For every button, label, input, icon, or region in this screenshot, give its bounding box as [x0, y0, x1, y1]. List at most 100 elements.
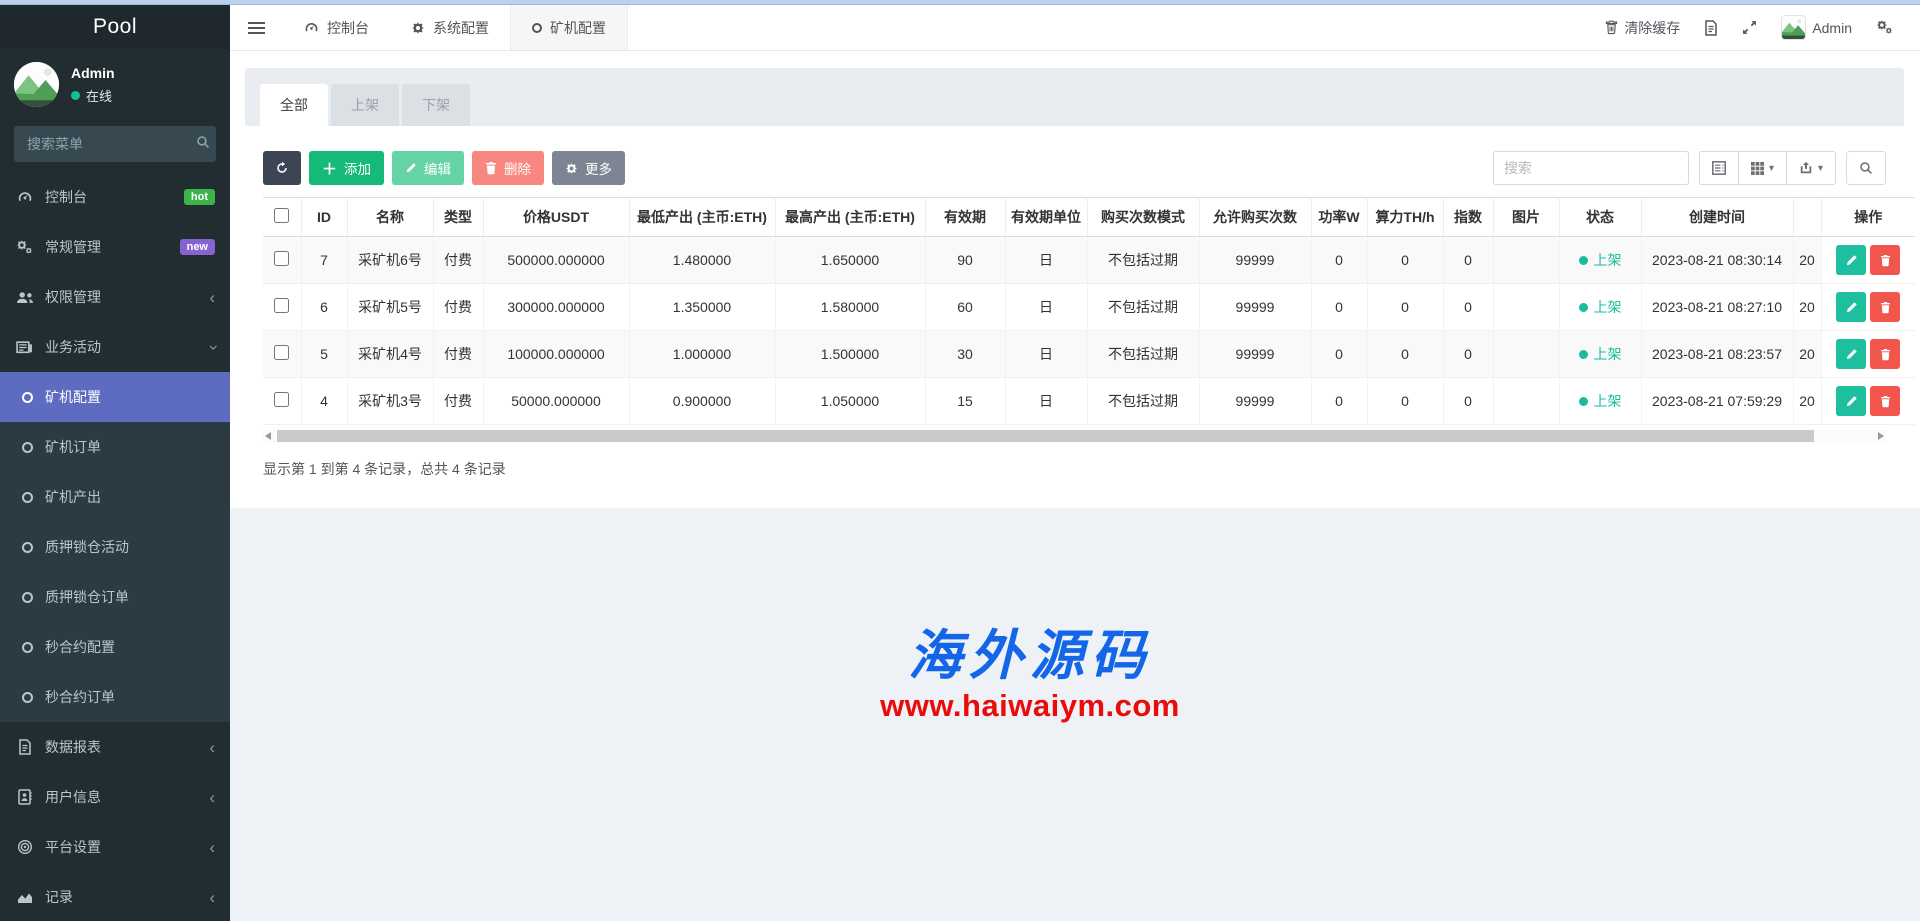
select-all-checkbox[interactable] — [274, 208, 289, 223]
sidebar-item-label: 数据报表 — [45, 737, 101, 757]
cell-max_output: 1.050000 — [775, 378, 925, 425]
export-button[interactable]: ▾ — [1787, 151, 1836, 185]
tab-system-config[interactable]: 系统配置 — [390, 5, 510, 50]
chevron-left-icon: ‹ — [209, 739, 215, 756]
table-body: 7采矿机6号付费500000.0000001.4800001.65000090日… — [263, 237, 1915, 425]
bullseye-icon — [15, 839, 34, 855]
cell-validity_unit: 日 — [1005, 331, 1087, 378]
sidebar-item-records[interactable]: 记录 ‹ — [0, 872, 230, 921]
edit-button[interactable] — [1836, 339, 1866, 369]
chevron-down-icon: ‹ — [204, 344, 221, 350]
sidebar-item-miner-orders[interactable]: 矿机订单 — [0, 422, 230, 472]
clear-cache-label: 清除缓存 — [1624, 18, 1680, 38]
table-search-input[interactable] — [1493, 151, 1689, 185]
sidebar-item-reports[interactable]: 数据报表 ‹ — [0, 722, 230, 772]
sidebar-item-staking-activity[interactable]: 质押锁仓活动 — [0, 522, 230, 572]
pencil-icon — [1845, 254, 1858, 267]
columns-button[interactable]: ▾ — [1739, 151, 1787, 185]
sidebar-item-platform-settings[interactable]: 平台设置 ‹ — [0, 822, 230, 872]
cell-truncated: 20 — [1793, 331, 1821, 378]
sidebar-item-miner-output[interactable]: 矿机产出 — [0, 472, 230, 522]
file-log-icon[interactable] — [1704, 20, 1718, 36]
sidebar-item-dashboard[interactable]: 控制台 hot — [0, 172, 230, 222]
filter-tab-all[interactable]: 全部 — [260, 84, 328, 126]
detail-view-button[interactable] — [1699, 151, 1739, 185]
delete-button[interactable] — [1870, 386, 1900, 416]
scroll-right-arrow[interactable] — [1878, 432, 1884, 440]
sidebar-item-permissions[interactable]: 权限管理 ‹ — [0, 272, 230, 322]
circle-icon — [22, 592, 33, 603]
add-button[interactable]: ＋ 添加 — [309, 151, 384, 185]
circle-icon — [532, 23, 542, 33]
sidebar-item-staking-orders[interactable]: 质押锁仓订单 — [0, 572, 230, 622]
row-checkbox[interactable] — [274, 251, 289, 266]
row-checkbox[interactable] — [274, 345, 289, 360]
scroll-left-arrow[interactable] — [265, 432, 271, 440]
edit-button[interactable] — [1836, 245, 1866, 275]
cell-validity_unit: 日 — [1005, 378, 1087, 425]
pencil-icon — [1845, 395, 1858, 408]
edit-button-toolbar[interactable]: 编辑 — [392, 151, 464, 185]
row-checkbox[interactable] — [274, 392, 289, 407]
sidebar-item-miner-config[interactable]: 矿机配置 — [0, 372, 230, 422]
status-dot — [1579, 350, 1588, 359]
sidebar-item-general[interactable]: 常规管理 new — [0, 222, 230, 272]
cell-price: 500000.000000 — [483, 237, 629, 284]
newspaper-icon — [15, 340, 34, 355]
sidebar-item-label: 质押锁仓活动 — [45, 537, 129, 557]
chevron-left-icon: ‹ — [209, 289, 215, 306]
more-button[interactable]: 更多 — [552, 151, 625, 185]
user-avatar[interactable] — [14, 62, 59, 107]
refresh-button[interactable] — [263, 151, 301, 185]
search-button[interactable] — [1846, 151, 1886, 185]
row-checkbox[interactable] — [274, 298, 289, 313]
col-header-price: 价格USDT — [483, 198, 629, 237]
status-dot — [1579, 397, 1588, 406]
actions-cell — [1821, 284, 1915, 331]
filter-tab-off-shelf[interactable]: 下架 — [402, 84, 470, 126]
row-checkbox-cell — [263, 378, 301, 425]
cell-max_output: 1.650000 — [775, 237, 925, 284]
th-icon — [1751, 162, 1764, 175]
sidebar-search-input[interactable] — [14, 126, 216, 162]
status-cell: 上架 — [1559, 237, 1641, 284]
delete-button[interactable] — [1870, 245, 1900, 275]
select-all-header — [263, 198, 301, 237]
sidebar-item-seconds-contract-config[interactable]: 秒合约配置 — [0, 622, 230, 672]
table-row: 6采矿机5号付费300000.0000001.3500001.58000060日… — [263, 284, 1915, 331]
sidebar-search-icon[interactable] — [196, 134, 210, 149]
cell-validity: 60 — [925, 284, 1005, 331]
cell-min_output: 1.480000 — [629, 237, 775, 284]
cell-allow_buy: 99999 — [1199, 378, 1311, 425]
cell-validity_unit: 日 — [1005, 237, 1087, 284]
delete-button[interactable] — [1870, 339, 1900, 369]
clear-cache-button[interactable]: 清除缓存 — [1605, 18, 1680, 38]
cell-validity: 15 — [925, 378, 1005, 425]
edit-button[interactable] — [1836, 292, 1866, 322]
tab-label: 控制台 — [327, 18, 369, 38]
col-header-type: 类型 — [433, 198, 483, 237]
cell-created: 2023-08-21 08:27:10 — [1641, 284, 1793, 331]
fullscreen-icon[interactable] — [1742, 20, 1757, 35]
sidebar-item-seconds-contract-orders[interactable]: 秒合约订单 — [0, 672, 230, 722]
sidebar-item-business[interactable]: 业务活动 ‹ — [0, 322, 230, 372]
scrollbar-thumb[interactable] — [277, 430, 1814, 442]
cell-created: 2023-08-21 08:23:57 — [1641, 331, 1793, 378]
online-status-dot — [71, 91, 80, 100]
topbar-user[interactable]: Admin — [1781, 15, 1852, 40]
sidebar-item-label: 秒合约配置 — [45, 637, 115, 657]
sidebar-item-user-info[interactable]: 用户信息 ‹ — [0, 772, 230, 822]
circle-icon — [22, 492, 33, 503]
cell-buy_mode: 不包括过期 — [1087, 237, 1199, 284]
tab-miner-config[interactable]: 矿机配置 — [510, 5, 628, 50]
sidebar-toggle-button[interactable] — [230, 5, 283, 50]
col-header-created: 创建时间 — [1641, 198, 1793, 237]
edit-button[interactable] — [1836, 386, 1866, 416]
delete-button-toolbar[interactable]: 删除 — [472, 151, 544, 185]
delete-button[interactable] — [1870, 292, 1900, 322]
filter-tab-on-shelf[interactable]: 上架 — [331, 84, 399, 126]
tab-dashboard[interactable]: 控制台 — [283, 5, 390, 50]
settings-gears-icon[interactable] — [1876, 19, 1894, 36]
area-chart-icon — [15, 890, 34, 904]
plus-icon: ＋ — [322, 158, 337, 179]
